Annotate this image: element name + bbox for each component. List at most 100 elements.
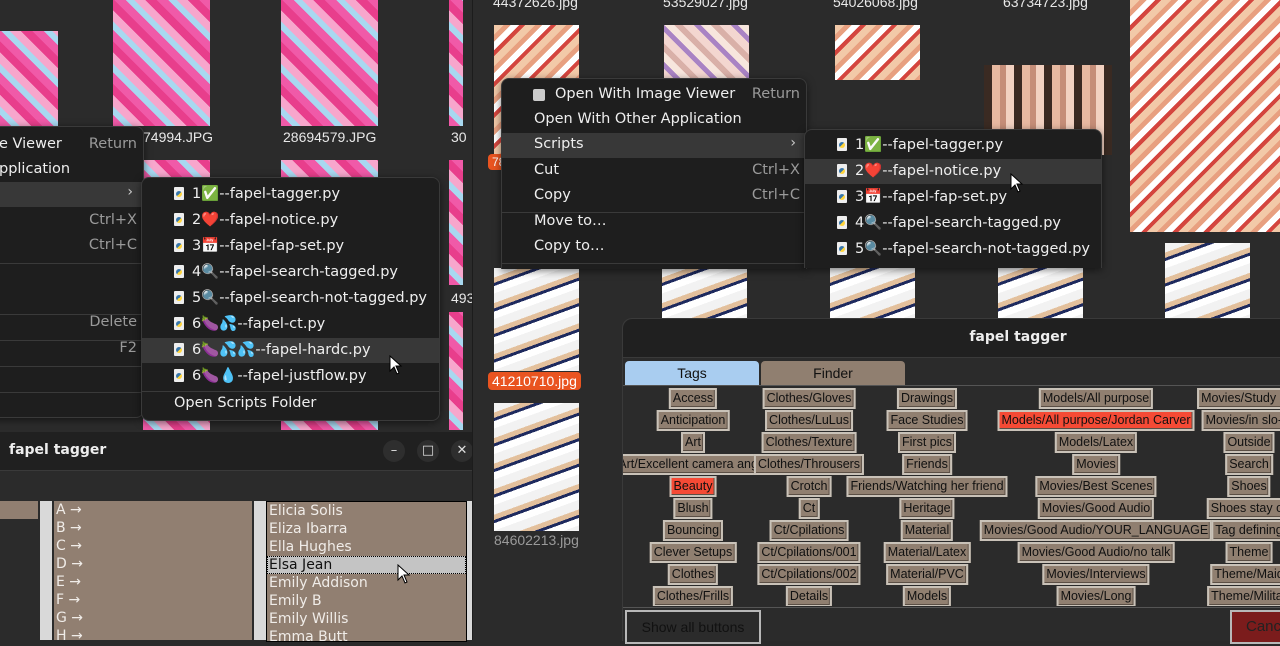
tag-button[interactable]: Friends/Watching her friend xyxy=(846,476,1008,497)
image-thumbnail[interactable] xyxy=(998,268,1083,318)
tag-button[interactable]: Heritage xyxy=(899,498,955,519)
image-thumbnail[interactable] xyxy=(830,268,915,318)
tag-button[interactable]: Theme xyxy=(1225,542,1273,563)
script-item[interactable]: 5🔍--fapel-search-not-tagged.py xyxy=(805,237,1101,262)
tag-button[interactable]: Clothes/Frills xyxy=(652,586,734,606)
menu-item-cut[interactable]: Ctrl+X xyxy=(0,209,143,234)
close-button[interactable]: ✕ xyxy=(451,440,473,462)
tag-button[interactable]: Access xyxy=(668,388,718,409)
tag-button[interactable]: Search xyxy=(1225,454,1273,475)
tag-button[interactable]: Blush xyxy=(673,498,713,519)
minimize-button[interactable]: – xyxy=(383,440,405,462)
tag-button[interactable]: Clothes/Gloves xyxy=(762,388,856,409)
menu-item-open-other-application[interactable]: Open With Other Application xyxy=(502,108,806,133)
image-thumbnail[interactable] xyxy=(449,160,463,285)
tag-button[interactable]: Movies/Good Audio/no talk xyxy=(1017,542,1175,563)
image-thumbnail[interactable] xyxy=(662,268,747,318)
script-item[interactable]: 1✅--fapel-tagger.py xyxy=(142,182,439,207)
menu-item-blank[interactable] xyxy=(0,272,143,297)
tag-button[interactable]: Art xyxy=(681,432,705,453)
tag-button[interactable]: Bouncing xyxy=(662,520,724,541)
script-item[interactable]: 2❤️--fapel-notice.py xyxy=(805,159,1101,184)
script-item[interactable]: 6🍆💦--fapel-ct.py xyxy=(142,312,439,337)
tag-button[interactable]: Clothes/Throusers xyxy=(753,454,865,475)
menu-item-delete[interactable]: Delete xyxy=(0,311,143,336)
tag-button[interactable]: Shoes xyxy=(1227,476,1271,497)
tag-button[interactable]: Ct xyxy=(798,498,820,519)
open-scripts-folder-item[interactable]: Open Scripts Folder xyxy=(142,392,439,417)
tag-button[interactable]: Beauty xyxy=(669,476,717,497)
image-thumbnail[interactable] xyxy=(0,31,58,126)
list-item[interactable]: D → xyxy=(54,555,252,573)
file-label-selected[interactable]: 41210710.jpg xyxy=(488,372,581,390)
tag-button[interactable]: Drawings xyxy=(896,388,958,409)
script-item[interactable]: 4🔍--fapel-search-tagged.py xyxy=(142,260,439,285)
tag-button[interactable]: Models/Latex xyxy=(1054,432,1138,453)
tag-button[interactable]: Crotch xyxy=(786,476,832,497)
tab-finder[interactable]: Finder xyxy=(761,361,905,385)
script-item[interactable]: 1✅--fapel-tagger.py xyxy=(805,133,1101,158)
file-label[interactable]: 54026068.jpg xyxy=(833,0,918,10)
letter-listbox[interactable]: A → B → C → D → E → F → G → H → xyxy=(54,501,252,644)
menu-item-scripts[interactable]: › xyxy=(0,182,143,207)
menu-item-copy[interactable]: Copy Ctrl+C xyxy=(502,184,806,209)
image-thumbnail[interactable] xyxy=(449,312,463,430)
list-item[interactable]: Elicia Solis xyxy=(267,502,466,520)
tag-button[interactable]: Art/Excellent camera angle xyxy=(623,454,772,475)
tag-button[interactable]: Ct/Cpilations/002 xyxy=(757,564,861,585)
tab-tags[interactable]: Tags xyxy=(625,361,759,385)
image-thumbnail[interactable] xyxy=(664,25,749,80)
tag-button[interactable]: Details xyxy=(785,586,833,606)
menu-item-open-image-viewer[interactable]: Open With Image Viewer Return xyxy=(502,83,806,108)
tag-button[interactable]: Anticipation xyxy=(656,410,730,431)
tag-button[interactable]: Tag defining xyxy=(1211,520,1280,541)
list-item[interactable]: H → xyxy=(54,627,252,645)
image-thumbnail[interactable] xyxy=(1165,243,1250,318)
tag-button[interactable]: Material/PVC xyxy=(886,564,968,585)
image-thumbnail[interactable] xyxy=(113,0,210,126)
tag-button[interactable]: Movies xyxy=(1072,454,1120,475)
list-item[interactable]: A → xyxy=(54,501,252,519)
cancel-button[interactable]: Cance xyxy=(1230,610,1280,644)
tag-button[interactable]: Models xyxy=(902,586,952,606)
tag-button[interactable]: Movies/Good Audio xyxy=(1037,498,1155,519)
file-label[interactable]: 28694579.JPG xyxy=(283,129,376,145)
tag-button[interactable]: Ct/Cpilations/001 xyxy=(757,542,861,563)
list-item-selected[interactable]: Elsa Jean xyxy=(267,556,466,574)
menu-item-copy-to[interactable]: Copy to… xyxy=(502,235,806,260)
tag-button[interactable]: Ct/Cpilations xyxy=(769,520,849,541)
tag-button[interactable]: Movies/Study Ma xyxy=(1197,388,1280,409)
menu-item-move-to[interactable]: Move to… xyxy=(502,210,806,235)
tag-button[interactable]: Clothes xyxy=(667,564,719,585)
file-label[interactable]: 84602213.jpg xyxy=(494,532,579,548)
image-thumbnail[interactable] xyxy=(281,0,378,126)
script-item[interactable]: 3📅--fapel-fap-set.py xyxy=(805,185,1101,210)
image-thumbnail[interactable] xyxy=(449,0,463,126)
menu-item-cut[interactable]: Cut Ctrl+X xyxy=(502,159,806,184)
menu-item-copy[interactable]: Ctrl+C xyxy=(0,234,143,259)
maximize-button[interactable]: □ xyxy=(417,440,439,462)
file-label[interactable]: 493 xyxy=(451,290,474,306)
tag-button[interactable]: Movies/Best Scenes xyxy=(1035,476,1157,497)
tag-button[interactable]: Material xyxy=(900,520,954,541)
list-item[interactable]: Emily Addison xyxy=(267,574,466,592)
list-item[interactable]: B → xyxy=(54,519,252,537)
tag-button[interactable]: Face Studies xyxy=(886,410,968,431)
category-listbox[interactable] xyxy=(0,501,38,519)
script-item[interactable]: 2❤️--fapel-notice.py xyxy=(142,208,439,233)
scrollbar[interactable] xyxy=(40,501,52,640)
file-label[interactable]: 74994.JPG xyxy=(143,129,213,145)
image-preview[interactable] xyxy=(1130,0,1280,232)
tag-button[interactable]: First pics xyxy=(898,432,956,453)
tag-button[interactable]: Clothes/LuLus xyxy=(765,410,853,431)
file-label[interactable]: 30 xyxy=(451,129,467,145)
tag-button[interactable]: Movies/Interviews xyxy=(1042,564,1150,585)
names-listbox[interactable]: Elicia Solis Eliza Ibarra Ella Hughes El… xyxy=(266,501,467,645)
file-label[interactable]: 63734723.jpg xyxy=(1003,0,1088,10)
script-item[interactable]: 4🔍--fapel-search-tagged.py xyxy=(805,211,1101,236)
tag-button[interactable]: Clever Setups xyxy=(649,542,737,563)
file-label[interactable]: 44372626.jpg xyxy=(493,0,578,10)
tag-button[interactable]: Theme/Militar xyxy=(1207,586,1280,606)
tag-button[interactable]: Outside xyxy=(1223,432,1275,453)
menu-item-rename[interactable]: F2 xyxy=(0,337,143,362)
